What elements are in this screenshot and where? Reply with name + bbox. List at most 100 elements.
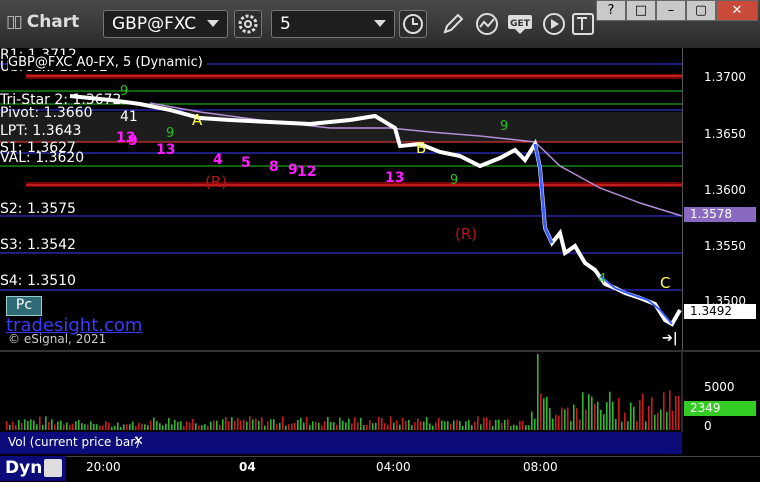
volume-bar (660, 409, 662, 430)
volume-bar (639, 399, 641, 430)
volume-bar (471, 425, 473, 430)
volume-bar (102, 425, 104, 430)
volume-bar (390, 416, 392, 430)
volume-bar (84, 424, 86, 430)
volume-bar (6, 421, 8, 430)
volume-bar (90, 421, 92, 430)
volume-bar (528, 425, 530, 430)
volume-bar (450, 423, 452, 430)
volume-bar (564, 409, 566, 430)
copyright-text: © eSignal, 2021 (8, 332, 107, 346)
setup-count-label: 9 (450, 173, 459, 188)
volume-bar (537, 354, 539, 430)
volume-bar (429, 423, 431, 430)
scroll-end-icon[interactable]: ➔| (662, 331, 678, 346)
volume-label: Vol (current price bar) (8, 435, 140, 449)
minimize-button[interactable]: – (656, 0, 686, 21)
play-button[interactable] (541, 11, 567, 37)
lock-icon (44, 459, 62, 477)
volume-bar (225, 416, 227, 430)
volume-bar (285, 425, 287, 430)
pc-badge[interactable]: Pc (6, 296, 42, 316)
val-label: VAL: 1.3620 (0, 150, 85, 166)
volume-bar (432, 425, 434, 430)
volume-bar (36, 424, 38, 430)
volume-bar (114, 425, 116, 430)
interval-value: 5 (280, 14, 291, 34)
volume-bar (192, 418, 194, 430)
volume-bar (678, 396, 680, 430)
maximize-button[interactable]: ▢ (686, 0, 716, 21)
volume-bar (87, 424, 89, 430)
s4-label: S4: 1.3510 (0, 273, 76, 289)
symbol-selector[interactable]: GBP@FXC (103, 10, 228, 38)
studies-button[interactable] (474, 11, 502, 37)
volume-bar (417, 418, 419, 430)
volume-bar (186, 421, 188, 430)
volume-bar (642, 393, 644, 430)
window-title: ▯▯ Chart (6, 12, 79, 32)
count-label: 13 (156, 142, 176, 158)
volume-bar (438, 417, 440, 430)
volume-bar (459, 421, 461, 430)
volume-tick-label: 0 (704, 419, 712, 433)
time-tick-label: 20:00 (86, 460, 121, 474)
volume-bar (24, 419, 26, 430)
title-text: Chart (26, 12, 80, 32)
time-tick-label: 04 (239, 460, 256, 474)
volume-bar (9, 424, 11, 430)
dyn-button[interactable]: Dyn (0, 456, 66, 481)
volume-bar (342, 420, 344, 430)
get-data-button[interactable]: GET (507, 13, 533, 35)
text-tool-icon (572, 13, 594, 35)
close-button[interactable]: ✕ (716, 0, 758, 21)
volume-bar (237, 418, 239, 430)
count-label: 4 (213, 152, 223, 168)
close-study-icon[interactable]: ✕ (133, 434, 144, 449)
help-button[interactable]: ? (596, 0, 626, 21)
volume-bar (165, 423, 167, 430)
volume-bar (21, 423, 23, 430)
volume-bar (288, 424, 290, 430)
volume-bar (210, 421, 212, 430)
text-tool-button[interactable] (572, 11, 596, 37)
wave-c-label: C (660, 274, 671, 292)
volume-last-tag: 2349 (684, 401, 756, 416)
link-button[interactable]: □ (626, 0, 656, 21)
interval-selector[interactable]: 5 (271, 10, 395, 38)
volume-bar (387, 424, 389, 430)
volume-bar (420, 421, 422, 430)
volume-bar (60, 420, 62, 430)
volume-bar (99, 425, 101, 430)
volume-bar (423, 421, 425, 430)
settings-button[interactable] (234, 10, 262, 38)
time-button[interactable] (399, 10, 427, 38)
volume-bar (270, 419, 272, 430)
volume-bar (309, 425, 311, 430)
volume-bar (543, 398, 545, 430)
volume-bar (645, 421, 647, 430)
volume-bar (294, 422, 296, 430)
volume-bar (375, 422, 377, 430)
volume-bar (174, 419, 176, 430)
volume-bar (327, 416, 329, 430)
volume-bar (618, 398, 620, 430)
volume-bar (498, 419, 500, 430)
volume-bar (363, 425, 365, 430)
link-icon: □ (634, 3, 648, 18)
volume-bar (264, 425, 266, 430)
volume-bar (282, 416, 284, 430)
dyn-label: Dyn (5, 458, 43, 478)
volume-bar (570, 421, 572, 430)
volume-bars (6, 354, 680, 430)
draw-tool-button[interactable] (440, 11, 466, 37)
volume-bar (207, 425, 209, 430)
close-icon: ✕ (731, 3, 743, 18)
volume-bar (477, 416, 479, 430)
volume-bar (51, 419, 53, 430)
wave-a-label: A (192, 111, 203, 129)
last-price-tag: 1.3492 (684, 304, 756, 319)
count-label: 8 (269, 159, 279, 175)
volume-bar (597, 401, 599, 430)
setup-count-label: 4 (598, 272, 607, 287)
